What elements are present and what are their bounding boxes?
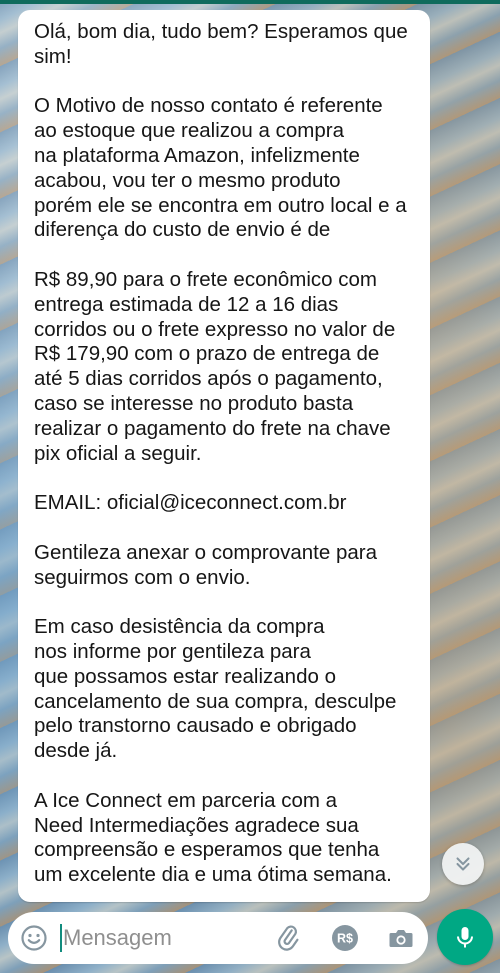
header-bar-edge: [0, 0, 500, 4]
message-bubble[interactable]: Olá, bom dia, tudo bem? Esperamos que si…: [18, 10, 430, 902]
message-paragraph-shipping: R$ 89,90 para o frete econômico com entr…: [34, 267, 396, 465]
voice-message-button[interactable]: [437, 909, 493, 965]
paperclip-icon: [278, 925, 299, 951]
camera-icon: [389, 930, 413, 947]
camera-button[interactable]: [386, 923, 416, 953]
microphone-icon: [457, 927, 473, 948]
message-paragraph-receipt: Gentileza anexar o comprovante para segu…: [34, 540, 378, 589]
scroll-to-bottom-button[interactable]: [442, 843, 484, 885]
message-paragraph-email: EMAIL: oficial@iceconnect.com.br: [34, 491, 347, 515]
message-paragraph-motive: O Motivo de nosso contato é referente ao…: [34, 94, 407, 242]
attach-button[interactable]: [274, 923, 304, 953]
payment-button[interactable]: R$: [330, 923, 360, 953]
message-input[interactable]: [63, 925, 248, 951]
text-cursor: [60, 924, 62, 952]
payment-icon-label: R$: [337, 932, 353, 946]
double-chevron-down-icon: [456, 857, 470, 871]
emoji-icon[interactable]: [20, 924, 48, 952]
message-paragraph-greeting: Olá, bom dia, tudo bem? Esperamos que si…: [34, 20, 408, 68]
message-paragraph-cancel: Em caso desistência da compra nos inform…: [34, 615, 397, 763]
message-paragraph-closing: A Ice Connect em parceria com a Need Int…: [34, 788, 392, 887]
message-composer: R$: [8, 912, 428, 964]
payment-icon: R$: [332, 925, 358, 951]
